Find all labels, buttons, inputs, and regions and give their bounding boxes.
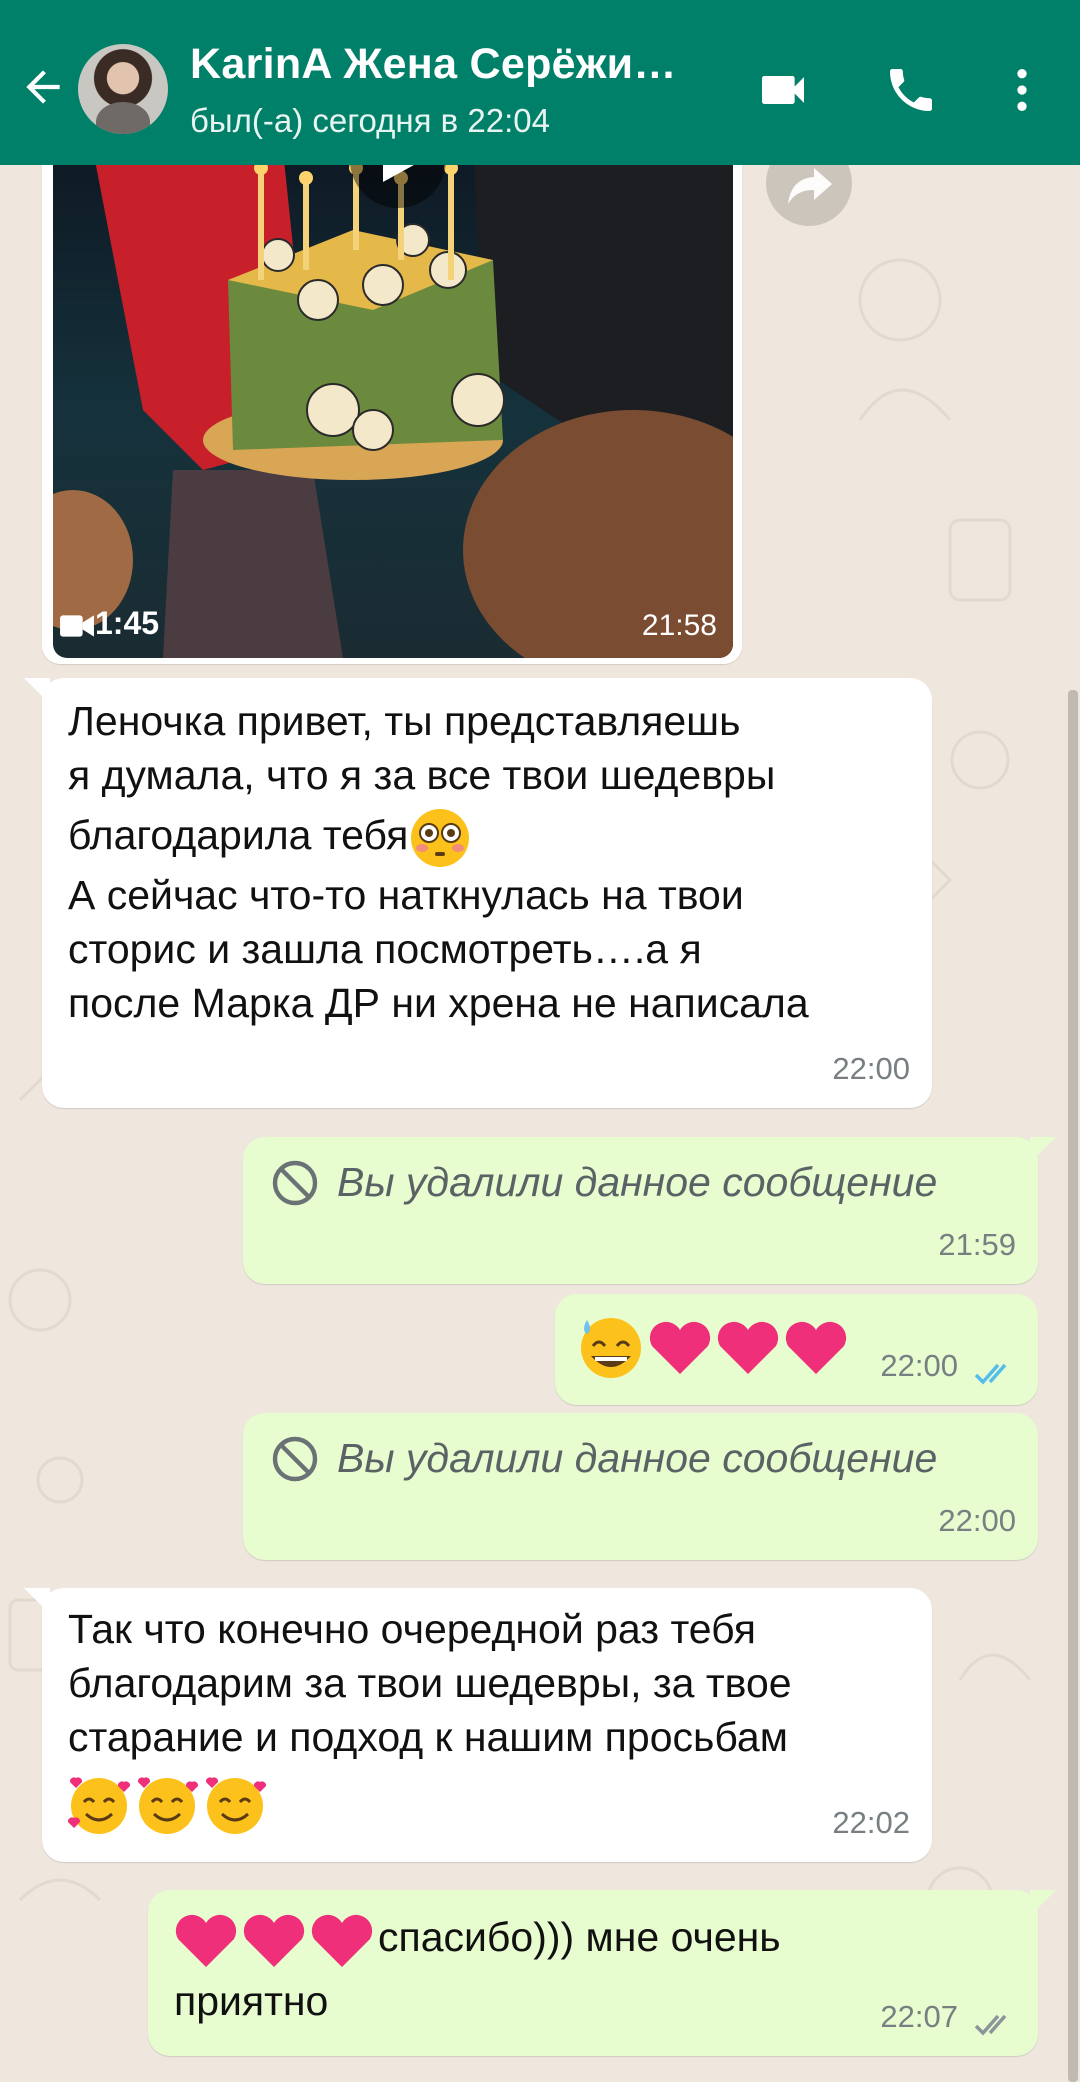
avatar[interactable] xyxy=(78,44,168,134)
heart-emoji-sequence xyxy=(175,1915,373,1968)
message-text: старание и подход к нашим просьбам xyxy=(68,1714,788,1760)
more-vertical-icon[interactable] xyxy=(994,62,1050,118)
message-text: Так что конечно очередной раз тебя xyxy=(68,1606,756,1652)
scrollbar[interactable] xyxy=(1068,690,1078,2082)
video-call-icon[interactable] xyxy=(755,62,811,118)
message-text: А сейчас что-то наткнулась на твои xyxy=(68,872,744,918)
video-frame-image xyxy=(53,112,733,658)
contact-status: был(-а) сегодня в 22:04 xyxy=(190,102,550,139)
deleted-icon xyxy=(272,1160,318,1206)
message-text: благодарим за твои шедевры, за твое xyxy=(68,1660,792,1706)
message-text: приятно xyxy=(174,1978,329,2024)
phone-icon[interactable] xyxy=(883,62,939,118)
incoming-message[interactable]: Так что конечно очередной раз тебя благо… xyxy=(24,1588,932,1862)
outgoing-message[interactable]: Вы удалили данное сообщение 21:59 xyxy=(243,1137,1056,1284)
message-text: после Марка ДР ни хрена не написала xyxy=(68,980,809,1026)
deleted-icon xyxy=(272,1436,318,1482)
video-message[interactable]: 1:45 21:58 xyxy=(42,110,742,664)
video-duration: 1:45 xyxy=(95,605,160,641)
incoming-message[interactable]: Леночка привет, ты представляешь я думал… xyxy=(24,678,932,1108)
message-time: 21:59 xyxy=(938,1227,1016,1262)
message-text: Леночка привет, ты представляешь xyxy=(68,698,741,744)
smiling-face-with-hearts-emoji xyxy=(67,1777,267,1834)
outgoing-message[interactable]: спасибо))) мне очень приятно 22:07 xyxy=(148,1890,1056,2056)
double-check-icon xyxy=(974,1363,1007,1385)
contact-name[interactable]: KarinA Жена Серёжи… xyxy=(190,40,690,89)
outgoing-message[interactable]: Вы удалили данное сообщение 22:00 xyxy=(243,1413,1038,1560)
message-time: 22:02 xyxy=(832,1805,910,1840)
video-camera-icon xyxy=(60,615,94,637)
message-text: благодарила тебя xyxy=(68,812,409,858)
emoji-sequence xyxy=(581,1318,847,1378)
message-time: 22:00 xyxy=(938,1503,1016,1538)
flushed-face-emoji xyxy=(411,809,470,868)
video-thumbnail[interactable]: 1:45 21:58 xyxy=(53,110,733,658)
back-arrow-icon[interactable] xyxy=(18,62,68,112)
message-text: я думала, что я за все твои шедевры xyxy=(68,752,776,798)
message-text: сторис и зашла посмотреть….а я xyxy=(68,926,702,972)
double-check-icon xyxy=(974,2014,1007,2036)
message-time: 22:07 xyxy=(880,1999,958,2034)
deleted-message-text: Вы удалили данное сообщение xyxy=(337,1159,938,1205)
chat-header: KarinA Жена Серёжи… был(-а) сегодня в 22… xyxy=(0,0,1080,165)
message-time: 21:58 xyxy=(641,609,717,642)
deleted-message-text: Вы удалили данное сообщение xyxy=(337,1435,938,1481)
message-time: 22:00 xyxy=(832,1051,910,1086)
message-time: 22:00 xyxy=(880,1348,958,1383)
outgoing-message[interactable]: 22:00 xyxy=(555,1294,1038,1405)
message-text: спасибо))) мне очень xyxy=(378,1914,781,1960)
